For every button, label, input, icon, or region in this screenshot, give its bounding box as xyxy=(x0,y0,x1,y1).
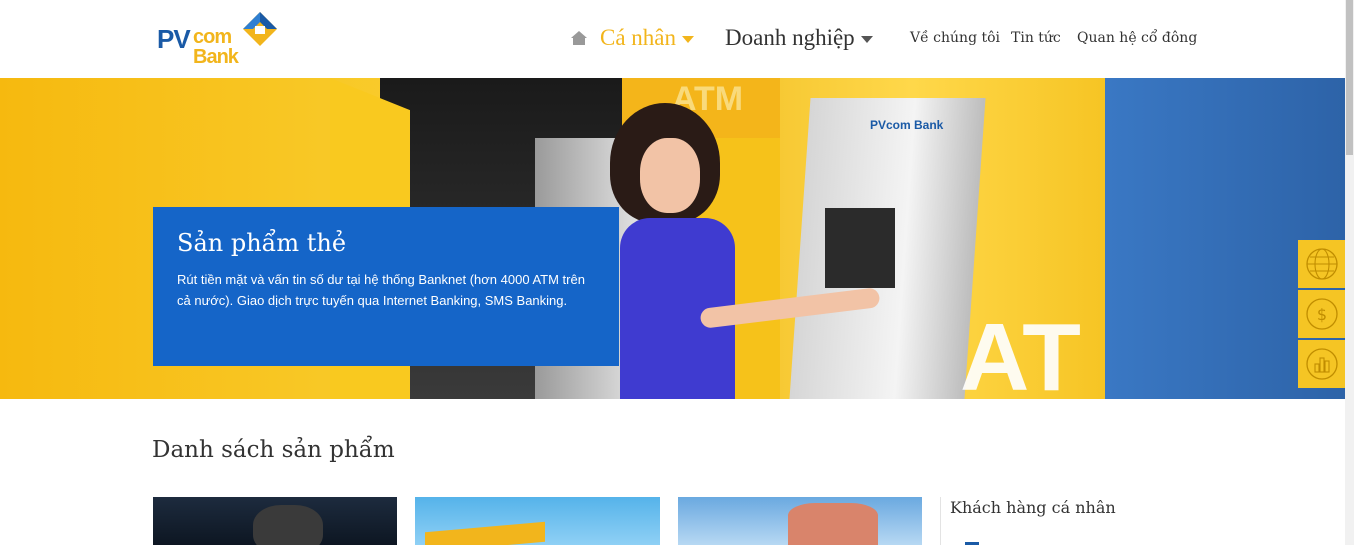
home-icon xyxy=(571,31,587,45)
nav-ca-nhan[interactable]: Cá nhân xyxy=(600,22,695,54)
ebank-globe-icon xyxy=(1305,248,1338,280)
sidebar-divider xyxy=(940,497,941,545)
nav-ca-nhan-label: Cá nhân xyxy=(600,25,677,50)
bar-chart-icon xyxy=(1305,348,1338,380)
quick-exchange-rate-button[interactable]: $ xyxy=(1298,290,1345,338)
nav-ve-chung-toi-label: Về chúng tôi xyxy=(910,30,1001,46)
hero-banner[interactable]: ATM PVcom Bank AT Sản phẩm thẻ Rút tiền … xyxy=(0,78,1345,399)
quick-ebank-button[interactable] xyxy=(1298,240,1345,288)
card-1-person-shape xyxy=(253,505,323,545)
card-2-yellow-shape xyxy=(425,521,545,545)
card-3-people-shape xyxy=(788,503,878,545)
site-header: PV com Bank Cá nhân Doanh nghiệp Về chún… xyxy=(0,0,1345,78)
quick-chart-button[interactable] xyxy=(1298,340,1345,388)
sidebar-first-item[interactable] xyxy=(965,539,985,545)
atm-screen xyxy=(825,208,895,288)
product-list-title: Danh sách sản phẩm xyxy=(152,437,395,463)
hero-title: Sản phẩm thẻ xyxy=(177,229,347,257)
chevron-down-icon xyxy=(682,35,695,43)
atm-brand-text: PVcom Bank xyxy=(870,118,944,132)
hero-caption: Sản phẩm thẻ Rút tiền mặt và vấn tin số … xyxy=(153,207,619,366)
hero-description: Rút tiền mặt và vấn tin số dư tại hệ thố… xyxy=(177,272,585,308)
logo-text-bank: Bank xyxy=(193,46,239,68)
product-card-image-1[interactable] xyxy=(153,497,397,545)
pvcombank-logo[interactable]: PV com Bank xyxy=(155,8,280,70)
nav-quan-he-co-dong-label: Quan hệ cổ đông xyxy=(1077,30,1198,46)
nav-ve-chung-toi[interactable]: Về chúng tôi xyxy=(910,22,1000,54)
sidebar-heading: Khách hàng cá nhân xyxy=(950,498,1116,517)
nav-doanh-nghiep-label: Doanh nghiệp xyxy=(725,25,855,50)
nav-quan-he-co-dong[interactable]: Quan hệ cổ đông xyxy=(1077,22,1197,54)
atm-big-text: AT xyxy=(960,304,1081,399)
svg-text:$: $ xyxy=(1316,305,1326,324)
logo-text-pv: PV xyxy=(157,24,191,54)
page-scrollbar[interactable] xyxy=(1345,0,1354,545)
dollar-icon: $ xyxy=(1305,298,1338,330)
chevron-down-icon xyxy=(860,35,873,43)
nav-tin-tuc[interactable]: Tin tức xyxy=(1011,22,1061,54)
logo-diamond-icon xyxy=(243,12,277,46)
home-link[interactable] xyxy=(570,22,588,54)
nav-tin-tuc-label: Tin tức xyxy=(1011,30,1061,46)
person-face xyxy=(640,138,700,213)
nav-doanh-nghiep[interactable]: Doanh nghiệp xyxy=(725,22,873,54)
product-card-image-2[interactable] xyxy=(415,497,660,545)
scrollbar-thumb[interactable] xyxy=(1346,0,1353,155)
product-card-image-3[interactable] xyxy=(678,497,922,545)
